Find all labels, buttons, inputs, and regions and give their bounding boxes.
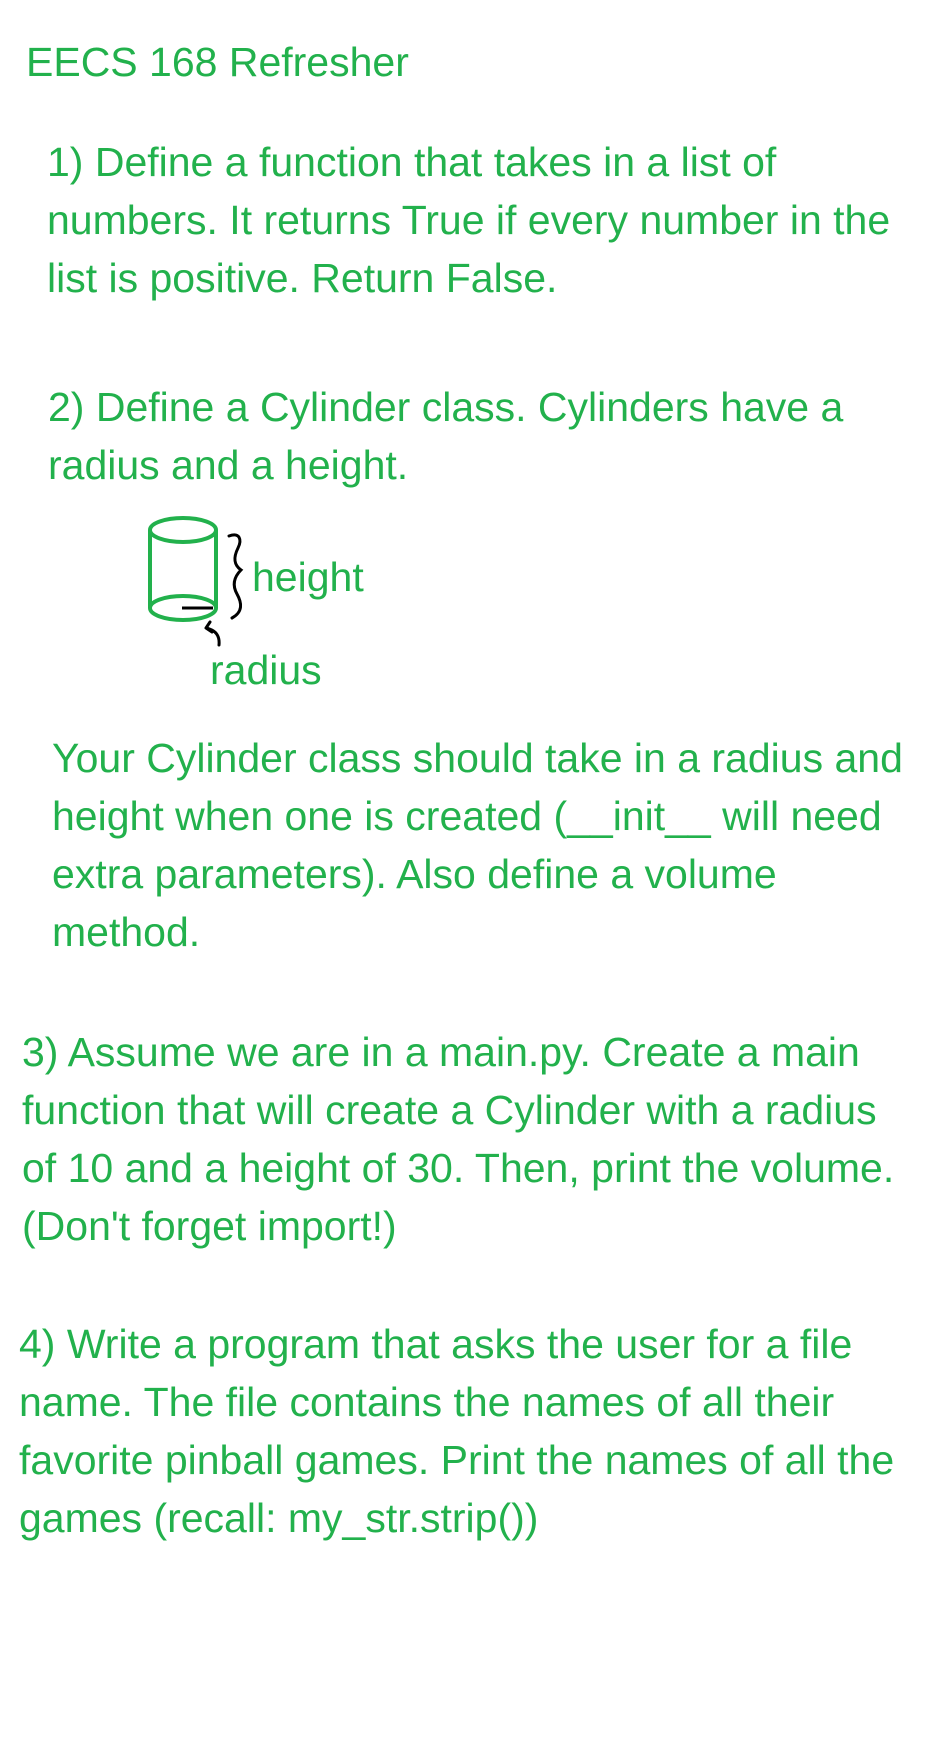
question-3: 3) Assume we are in a main.py. Create a … bbox=[22, 1029, 895, 1249]
radius-label: radius bbox=[210, 647, 322, 693]
question-1: 1) Define a function that takes in a lis… bbox=[47, 139, 891, 301]
height-label: height bbox=[252, 554, 364, 600]
question-4: 4) Write a program that asks the user fo… bbox=[19, 1321, 895, 1541]
height-brace-icon bbox=[227, 533, 244, 620]
question-2: 2) Define a Cylinder class. Cylinders ha… bbox=[48, 384, 844, 488]
page-title: EECS 168 Refresher bbox=[26, 39, 409, 85]
cylinder-icon bbox=[148, 516, 218, 622]
radius-arrow-icon bbox=[204, 620, 221, 647]
question-2-detail: Your Cylinder class should take in a rad… bbox=[52, 735, 903, 955]
worksheet-page: EECS 168 Refresher 1) Define a function … bbox=[0, 0, 928, 1752]
